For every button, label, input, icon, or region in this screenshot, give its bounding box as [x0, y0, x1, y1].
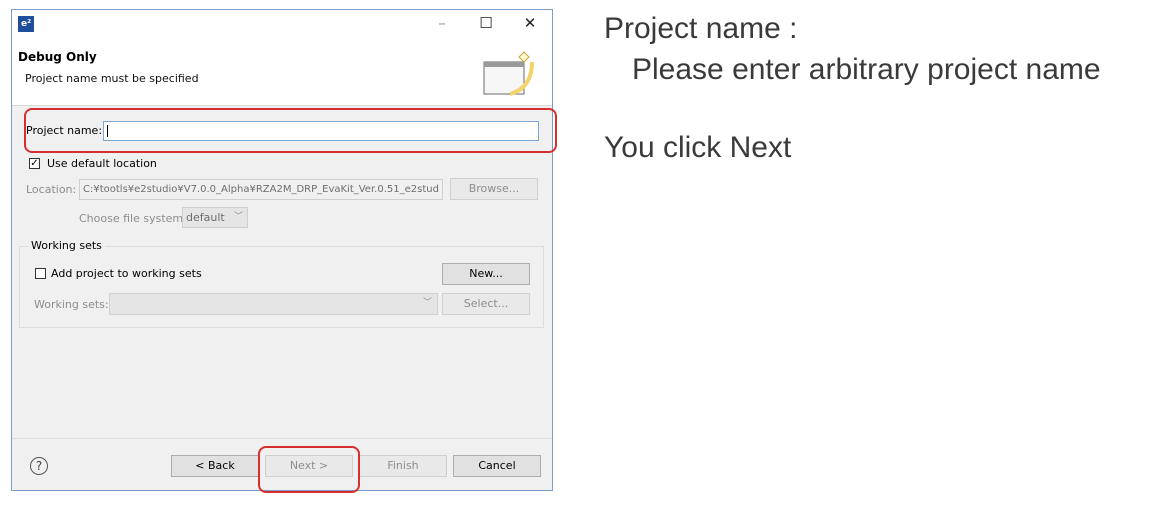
location-label: Location: — [26, 183, 77, 196]
location-input[interactable]: C:¥tootls¥e2studio¥V7.0.0_Alpha¥RZA2M_DR… — [79, 179, 443, 200]
add-to-working-sets-label: Add project to working sets — [51, 267, 202, 280]
file-system-select[interactable]: default ﹀ — [182, 207, 248, 228]
minimize-button[interactable]: – — [420, 12, 464, 36]
close-button[interactable]: ✕ — [508, 12, 552, 36]
working-sets-label: Working sets: — [34, 298, 109, 311]
browse-button[interactable]: Browse... — [450, 178, 538, 200]
note-project-name: Project name : — [604, 12, 798, 45]
working-sets-group-label: Working sets — [28, 239, 105, 252]
header-message: Project name must be specified — [25, 72, 199, 85]
file-system-value: default — [186, 211, 225, 224]
checkmark-icon: ✓ — [30, 158, 39, 169]
use-default-location-label: Use default location — [47, 157, 157, 170]
project-name-highlight — [24, 108, 557, 153]
back-button[interactable]: < Back — [171, 455, 259, 477]
file-system-label: Choose file system: — [79, 212, 187, 225]
chevron-down-icon: ﹀ — [233, 212, 243, 222]
next-button-highlight — [258, 446, 360, 493]
working-sets-group — [19, 246, 544, 328]
working-sets-select[interactable]: ﹀ — [109, 293, 438, 315]
help-icon[interactable]: ? — [30, 457, 48, 475]
e2-studio-icon: e² — [18, 16, 34, 32]
use-default-location-checkbox[interactable]: ✓ — [29, 158, 40, 169]
note-enter-name: Please enter arbitrary project name — [632, 53, 1101, 86]
new-working-set-button[interactable]: New... — [442, 263, 530, 285]
wizard-banner-icon — [483, 51, 534, 96]
page-title: Debug Only — [18, 50, 97, 64]
title-bar[interactable]: e² – ☐ ✕ — [12, 10, 552, 38]
finish-button[interactable]: Finish — [359, 455, 447, 477]
cancel-button[interactable]: Cancel — [453, 455, 541, 477]
add-to-working-sets-checkbox[interactable] — [35, 268, 46, 279]
note-click-next: You click Next — [604, 131, 792, 164]
maximize-button[interactable]: ☐ — [464, 12, 508, 36]
select-working-sets-button[interactable]: Select... — [442, 293, 530, 315]
wizard-header: Debug Only Project name must be specifie… — [12, 38, 552, 106]
chevron-down-icon: ﹀ — [422, 298, 432, 308]
footer-divider — [12, 438, 552, 439]
new-project-dialog: e² – ☐ ✕ Debug Only Project name must be… — [11, 9, 553, 491]
